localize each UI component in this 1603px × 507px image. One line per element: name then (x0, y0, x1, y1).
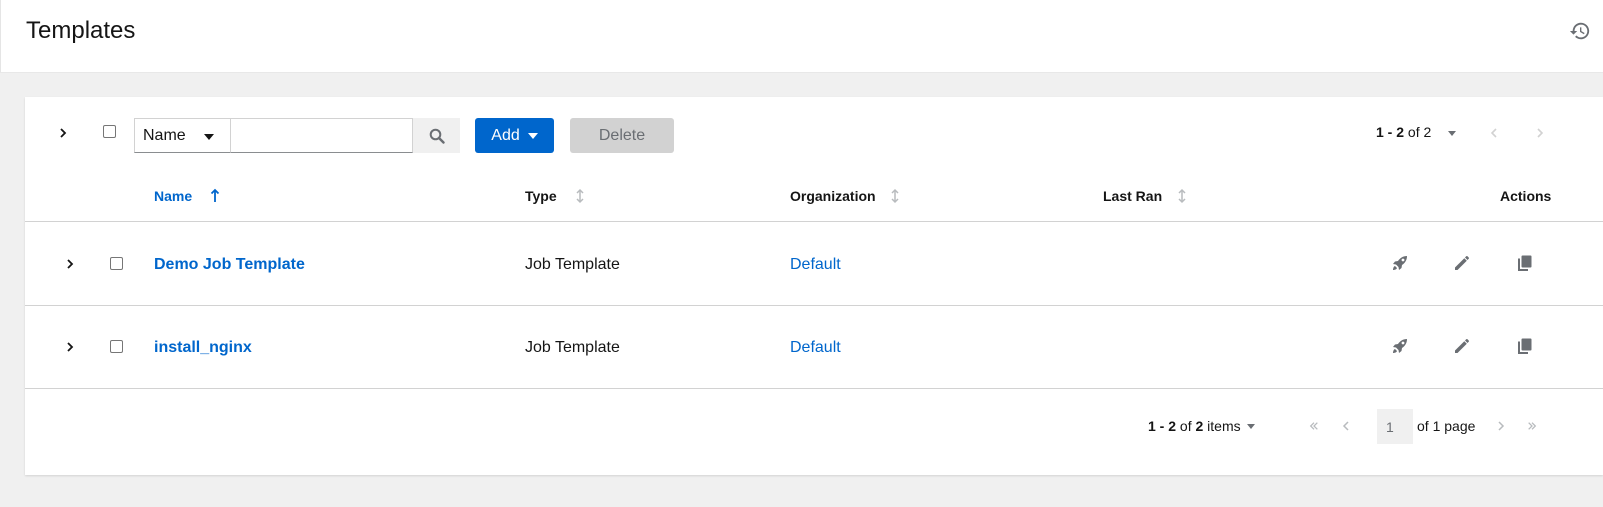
table-header: Name Type Organization Last Ran Actions (25, 172, 1603, 222)
templates-card: Name Add Delete 1 - 2 of 2 Name Type Org… (25, 97, 1603, 475)
template-name-link[interactable]: install_nginx (154, 339, 252, 357)
chevron-left-icon (1490, 128, 1497, 138)
row-expand-toggle[interactable] (62, 339, 78, 355)
sort-ascending-icon[interactable] (210, 188, 220, 204)
row-expand-toggle[interactable] (62, 256, 78, 272)
add-button-label: Add (491, 126, 520, 144)
expand-all-toggle[interactable] (55, 125, 71, 141)
add-button[interactable]: Add (475, 118, 554, 153)
chevron-right-icon (60, 128, 67, 138)
previous-page-button[interactable] (1338, 418, 1354, 434)
caret-down-icon[interactable] (1247, 424, 1255, 429)
page-count: of 1 page (1417, 418, 1476, 434)
row-select-checkbox[interactable] (110, 257, 123, 270)
last-page-button[interactable] (1524, 418, 1540, 434)
items-suffix: items (1203, 418, 1241, 434)
delete-button[interactable]: Delete (570, 118, 674, 153)
search-icon (429, 128, 445, 144)
copy-icon[interactable] (1516, 337, 1534, 355)
rocket-icon[interactable] (1391, 337, 1409, 355)
history-icon[interactable] (1569, 20, 1591, 42)
rocket-icon[interactable] (1391, 254, 1409, 272)
row-select-checkbox[interactable] (110, 340, 123, 353)
table-row: install_nginx Job Template Default (25, 306, 1603, 389)
next-page-button[interactable] (1532, 125, 1548, 141)
column-header-name[interactable]: Name (154, 188, 192, 204)
pencil-icon[interactable] (1453, 254, 1471, 272)
chevron-right-icon (1537, 128, 1544, 138)
search-button[interactable] (413, 118, 460, 153)
chevron-right-icon (67, 259, 74, 269)
column-header-organization[interactable]: Organization (790, 188, 876, 204)
sort-icon[interactable] (890, 188, 900, 204)
caret-down-icon (204, 134, 214, 140)
items-of: of (1176, 418, 1196, 434)
column-header-type[interactable]: Type (525, 188, 557, 204)
caret-down-icon[interactable] (1448, 131, 1456, 136)
filter-field-label: Name (143, 126, 186, 144)
table-row: Demo Job Template Job Template Default (25, 223, 1603, 306)
next-page-button[interactable] (1493, 418, 1509, 434)
chevron-right-icon (1498, 421, 1505, 431)
organization-link[interactable]: Default (790, 339, 841, 357)
chevron-right-icon (67, 342, 74, 352)
footer-pagination: 1 - 2 of 2 items of 1 page (25, 389, 1603, 475)
template-name-link[interactable]: Demo Job Template (154, 256, 305, 274)
pencil-icon[interactable] (1453, 337, 1471, 355)
sort-icon[interactable] (1177, 188, 1187, 204)
chevron-left-icon (1342, 421, 1349, 431)
organization-link[interactable]: Default (790, 256, 841, 274)
column-header-actions: Actions (1500, 188, 1552, 204)
toolbar: Name Add Delete 1 - 2 of 2 (25, 97, 1603, 172)
items-range: 1 - 2 (1148, 418, 1177, 434)
first-page-button[interactable] (1306, 418, 1322, 434)
page-title: Templates (26, 17, 136, 44)
select-all-checkbox[interactable] (103, 125, 116, 138)
template-type: Job Template (525, 339, 620, 356)
previous-page-button[interactable] (1486, 125, 1502, 141)
current-page-input[interactable] (1377, 409, 1413, 444)
pagination-total: of 2 (1404, 124, 1432, 140)
copy-icon[interactable] (1516, 254, 1534, 272)
sort-icon[interactable] (575, 188, 585, 204)
caret-down-icon (527, 132, 538, 139)
filter-field-select[interactable]: Name (134, 118, 231, 153)
double-chevron-left-icon (1309, 422, 1318, 430)
template-type: Job Template (525, 256, 620, 273)
column-header-last-ran[interactable]: Last Ran (1103, 188, 1162, 204)
double-chevron-right-icon (1528, 422, 1537, 430)
search-input[interactable] (231, 118, 413, 153)
pagination-range: 1 - 2 (1376, 124, 1405, 140)
items-per-page-toggle[interactable]: 1 - 2 of 2 items (1148, 418, 1241, 434)
pagination-summary[interactable]: 1 - 2 of 2 (1376, 124, 1431, 140)
page-header: Templates (0, 0, 1603, 73)
